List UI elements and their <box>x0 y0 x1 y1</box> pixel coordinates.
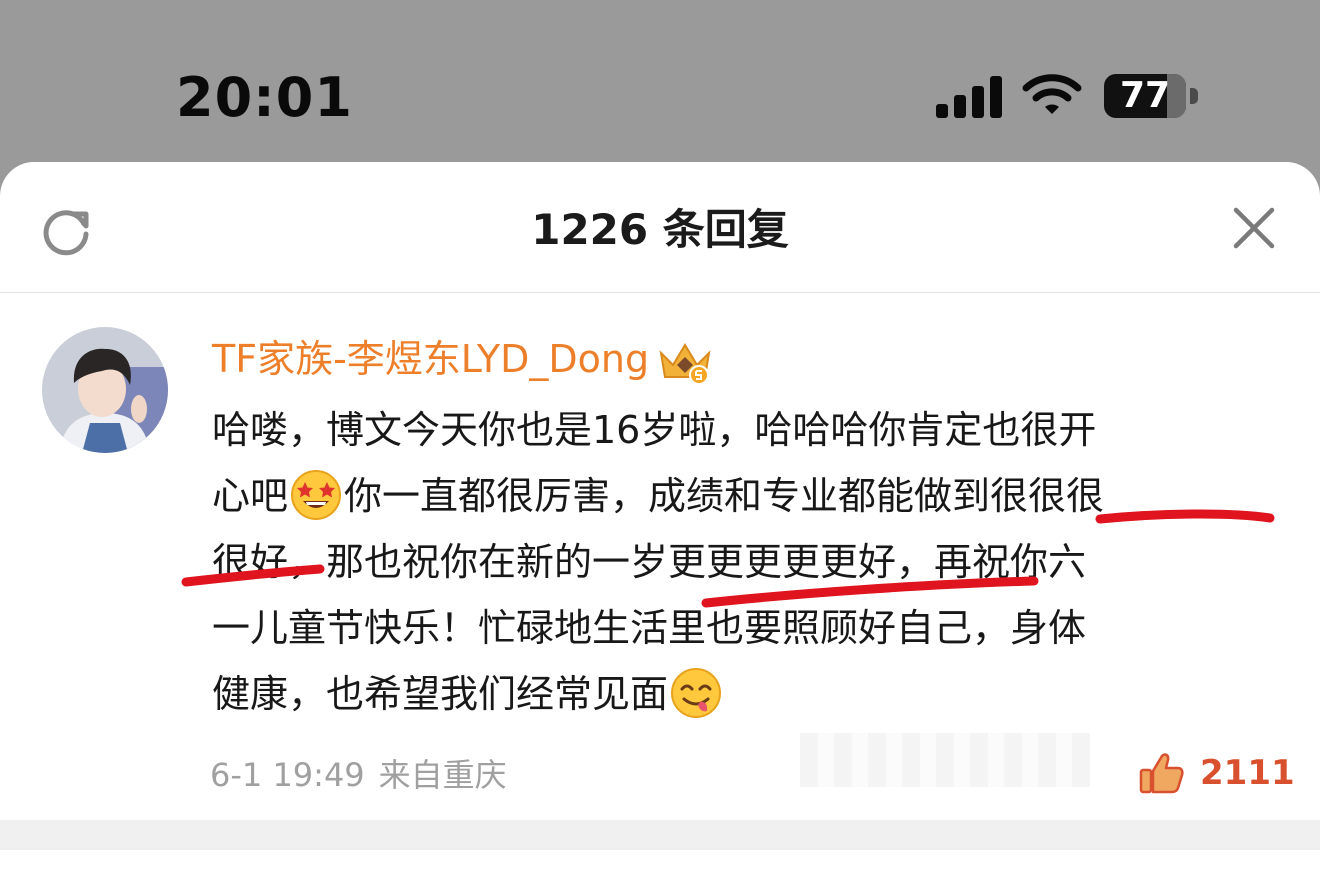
status-time: 20:01 <box>176 66 353 129</box>
blurred-watermark <box>800 733 1090 787</box>
comment-line-2-start: 心吧 <box>212 474 289 518</box>
comment-line-5-start: 健康，也希望我们经常见面 <box>212 672 669 716</box>
comment-line-5: 健康，也希望我们经常见面 <box>212 661 1272 727</box>
comment-line-2: 心吧 你一直都很厉害，成绩和专业都能做到很很很 <box>212 463 1272 529</box>
wifi-icon <box>1022 74 1082 114</box>
battery-body: 77 <box>1104 74 1186 118</box>
like-count: 2111 <box>1200 753 1295 793</box>
next-comment-peek <box>0 850 1320 880</box>
status-bar: 20:01 77 <box>0 0 1320 160</box>
comment-timestamp: 6-1 19:49 <box>210 756 365 794</box>
cellular-signal-icon <box>936 76 1002 118</box>
like-button[interactable]: 2111 <box>1138 747 1295 799</box>
sheet-title: 1226 条回复 <box>531 205 789 254</box>
comment-meta: 6-1 19:49 来自重庆 <box>210 751 507 799</box>
battery-percentage: 77 <box>1119 75 1171 116</box>
author-name: TF家族-李煜东LYD_Dong <box>212 337 650 381</box>
replies-sheet: 1226 条回复 TF家族-李煜东LYD_Dong 哈喽，博文今天你也是16岁啦… <box>0 162 1320 880</box>
sheet-header: 1226 条回复 <box>0 162 1320 293</box>
yum-face-emoji <box>671 668 722 718</box>
comment-line-4: 一儿童节快乐！忙碌地生活里也要照顾好自己，身体 <box>212 606 1087 650</box>
avatar-image <box>42 327 168 453</box>
crown-badge-icon <box>659 342 711 385</box>
star-struck-emoji <box>291 470 342 520</box>
section-divider <box>0 820 1320 850</box>
thumbs-up-icon <box>1139 753 1184 794</box>
close-icon[interactable] <box>1228 202 1280 254</box>
comment-line-2-end: 你一直都很厉害，成绩和专业都能做到很很很 <box>344 474 1105 518</box>
comment-item: TF家族-李煜东LYD_Dong 哈喽，博文今天你也是16岁啦，哈哈哈你肯定也很… <box>0 293 1320 820</box>
comment-text: 哈喽，博文今天你也是16岁啦，哈哈哈你肯定也很开 心吧 你一直都很厉害，成绩和专… <box>212 397 1272 727</box>
battery-tip <box>1190 88 1198 104</box>
comment-location: 来自重庆 <box>378 756 507 794</box>
comment-line-1: 哈喽，博文今天你也是16岁啦，哈哈哈你肯定也很开 <box>212 408 1097 452</box>
comment-author[interactable]: TF家族-李煜东LYD_Dong <box>212 331 713 387</box>
avatar[interactable] <box>42 327 168 453</box>
comment-line-3: 很好，那也祝你在新的一岁更更更更更好，再祝你六 <box>212 540 1087 584</box>
